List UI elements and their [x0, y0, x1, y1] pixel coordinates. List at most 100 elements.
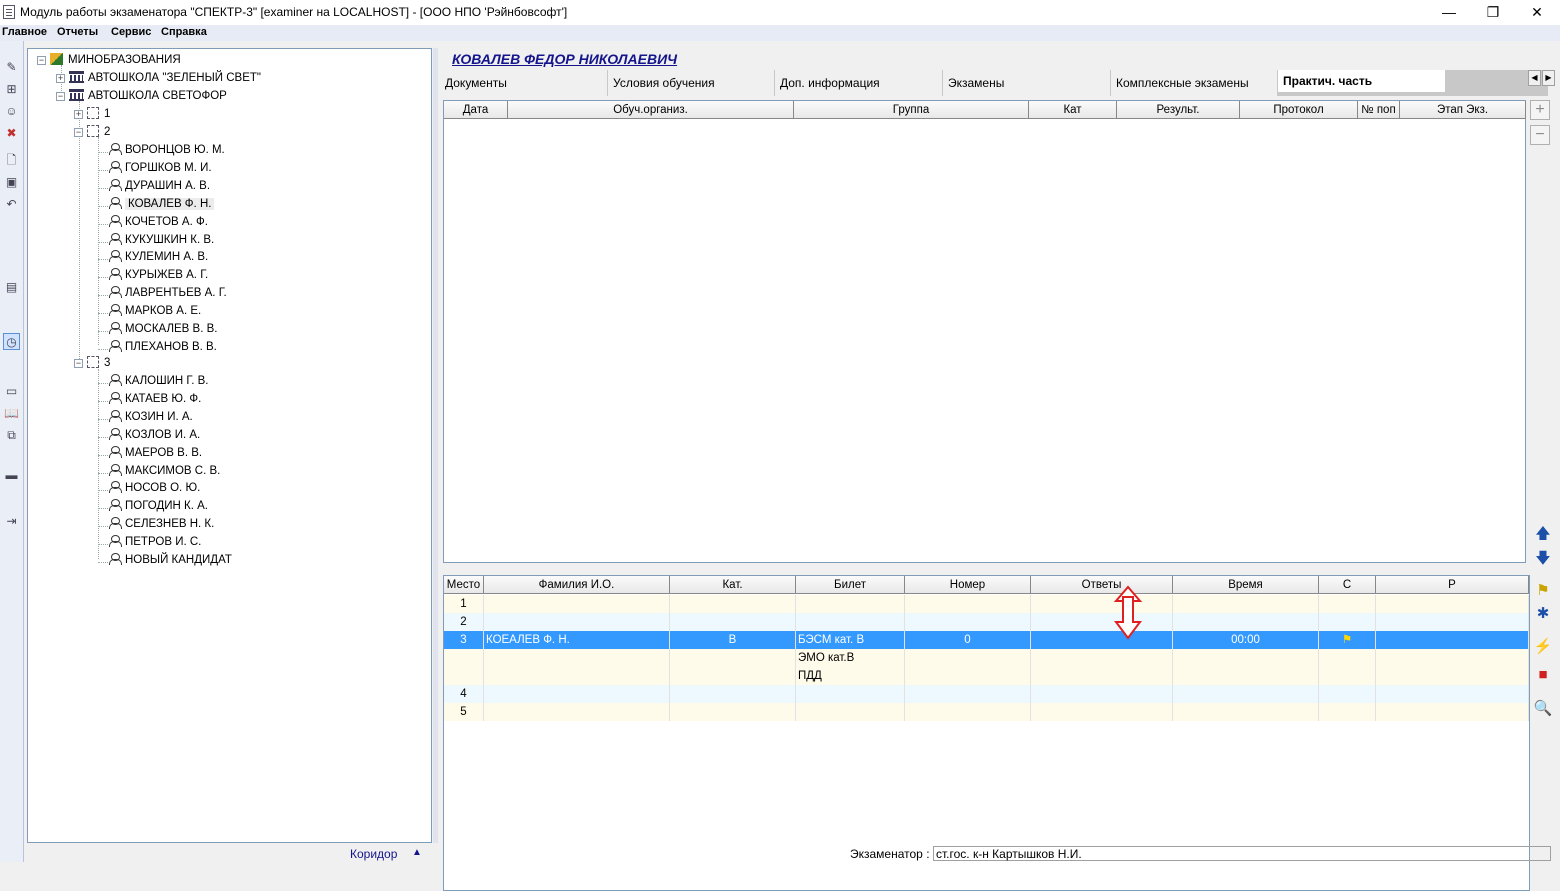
tree-node-person[interactable]: МАКСИМОВ С. В. — [109, 463, 220, 477]
col-organization[interactable]: Обуч.организ. — [508, 101, 794, 119]
tree-node-school1[interactable]: АВТОШКОЛА "ЗЕЛЕНЫЙ СВЕТ" — [69, 71, 261, 84]
tree-node-person[interactable]: КУРЫЖЕВ А. Г. — [109, 268, 208, 281]
col-cat[interactable]: Кат. — [670, 576, 796, 594]
copy-icon[interactable]: ⧉ — [3, 427, 20, 444]
col-time[interactable]: Время — [1173, 576, 1319, 594]
car-icon[interactable]: ▬ — [3, 467, 20, 484]
edit-icon[interactable]: ✎ — [3, 59, 20, 76]
save-icon[interactable]: ▣ — [3, 174, 20, 191]
exam-places-grid[interactable]: Место Фамилия И.О. Кат. Билет Номер Отве… — [443, 575, 1530, 891]
tree-node-person[interactable]: ПОГОДИН К. А. — [109, 499, 208, 512]
puzzle-icon[interactable]: ✱ — [1532, 603, 1554, 625]
tree-node-person[interactable]: КОЗЛОВ И. А. — [109, 427, 200, 441]
tab-scroll-left[interactable]: ◀ — [1528, 70, 1541, 86]
restore-button[interactable]: ❐ — [1470, 0, 1516, 25]
close-button[interactable]: ✕ — [1514, 0, 1560, 25]
tree-node-person[interactable]: МАЕРОВ В. В. — [109, 445, 202, 459]
tree-node-school2[interactable]: АВТОШКОЛА СВЕТОФОР — [69, 89, 227, 102]
stop-icon[interactable]: ■ — [1532, 664, 1554, 686]
col-group[interactable]: Группа — [794, 101, 1029, 119]
tree-node-person[interactable]: СЕЛЕЗНЕВ Н. К. — [109, 517, 214, 530]
col-c[interactable]: С — [1319, 576, 1376, 594]
tree-expand-toggle[interactable]: − — [56, 92, 65, 101]
book-icon[interactable]: 📖 — [3, 405, 20, 422]
tree-node-person[interactable]: КУКУШКИН К. В. — [109, 232, 214, 246]
tab-extra-info[interactable]: Доп. информация — [775, 70, 943, 96]
tree-node-person[interactable]: ВОРОНЦОВ Ю. М. — [109, 143, 225, 156]
tree-node-person[interactable]: МОСКАЛЕВ В. В. — [109, 322, 217, 335]
delete-icon[interactable]: ✖ — [3, 125, 20, 142]
corridor-label[interactable]: Коридор — [350, 847, 397, 861]
table-row[interactable]: 3 КОЕАЛЕВ Ф. Н. B БЭСМ кат. В 0 00:00 ⚑ — [444, 631, 1529, 649]
tab-training-conditions[interactable]: Условия обучения — [608, 70, 775, 96]
student-name[interactable]: КОВАЛЕВ ФЕДОР НИКОЛАЕВИЧ — [452, 51, 677, 67]
exit-icon[interactable]: ⇥ — [3, 513, 20, 530]
table-row[interactable]: 1 — [444, 595, 1529, 613]
tree-expand-toggle[interactable]: − — [37, 56, 46, 65]
menu-service[interactable]: Сервис — [111, 26, 151, 38]
tree-node-person[interactable]: ДУРАШИН А. В. — [109, 178, 210, 192]
menu-main[interactable]: Главное — [2, 26, 47, 38]
tree-node-person[interactable]: ЛАВРЕНТЬЕВ А. Г. — [109, 286, 227, 299]
zoom-icon[interactable]: 🔍 — [1532, 698, 1554, 720]
tree-node-person[interactable]: ПЛЕХАНОВ В. В. — [109, 339, 217, 353]
table-row[interactable]: 2 — [444, 613, 1529, 631]
undo-icon[interactable]: ↶ — [3, 196, 20, 213]
tree-node-person[interactable]: КУЛЕМИН А. В. — [109, 250, 208, 263]
tree-expand-toggle[interactable]: − — [74, 359, 83, 368]
document-icon[interactable]: 🗋 — [3, 152, 20, 169]
col-attempt-number[interactable]: № поп — [1358, 101, 1400, 119]
menu-reports[interactable]: Отчеты — [57, 26, 98, 38]
col-full-name[interactable]: Фамилия И.О. — [484, 576, 670, 594]
tree-node-person[interactable]: МАРКОВ А. Е. — [109, 304, 201, 317]
tree-node-person[interactable]: КАЛОШИН Г. В. — [109, 374, 209, 387]
table-row[interactable]: 4 — [444, 685, 1529, 703]
tab-exams[interactable]: Экзамены — [943, 70, 1111, 96]
tab-practical-part[interactable]: Практич. часть — [1278, 70, 1446, 92]
tree-node-person[interactable]: КОЧЕТОВ А. Ф. — [109, 214, 208, 228]
tree-expand-toggle[interactable]: + — [56, 74, 65, 83]
col-answers[interactable]: Ответы — [1031, 576, 1173, 594]
table-row[interactable]: ЭМО кат.В — [444, 649, 1529, 667]
tree-node-person[interactable]: ПЕТРОВ И. С. — [109, 535, 201, 548]
tree-icon[interactable]: ⊞ — [3, 81, 20, 98]
tree-expand-toggle[interactable]: + — [74, 110, 83, 119]
tree-node-person[interactable]: НОСОВ О. Ю. — [109, 481, 200, 494]
table-row[interactable]: ПДД — [444, 667, 1529, 685]
lightning-icon[interactable]: ⚡ — [1532, 636, 1554, 658]
tree-node-person[interactable]: ГОРШКОВ М. И. — [109, 160, 212, 174]
tree-node-person[interactable]: КОЗИН И. А. — [109, 409, 193, 423]
col-date[interactable]: Дата — [444, 101, 508, 119]
minimize-button[interactable]: — — [1426, 0, 1472, 25]
tab-documents[interactable]: Документы — [440, 70, 608, 96]
flag-icon[interactable]: ⚑ — [1532, 580, 1554, 602]
menu-help[interactable]: Справка — [161, 26, 207, 38]
col-category[interactable]: Кат — [1029, 101, 1117, 119]
move-down-icon[interactable]: 🡇 — [1532, 548, 1554, 570]
tree-node-person[interactable]: КАТАЕВ Ю. Ф. — [109, 391, 201, 405]
move-up-icon[interactable]: 🡅 — [1532, 523, 1554, 545]
col-exam-stage[interactable]: Этап Экз. — [1400, 101, 1526, 119]
col-place[interactable]: Место — [444, 576, 484, 594]
monitor-icon[interactable]: ▭ — [3, 383, 20, 400]
tree-node-group1[interactable]: 1 — [87, 107, 110, 120]
col-result[interactable]: Результ. — [1117, 101, 1240, 119]
tab-complex-exams[interactable]: Комплексные экзамены — [1111, 70, 1278, 96]
tree-node-root[interactable]: МИНОБРАЗОВАНИЯ — [50, 53, 181, 66]
add-button[interactable]: + — [1530, 100, 1550, 120]
col-number[interactable]: Номер — [905, 576, 1031, 594]
tree-node-group2[interactable]: 2 — [87, 125, 110, 138]
tree-node-person[interactable]: НОВЫЙ КАНДИДАТ — [109, 553, 232, 566]
table-row[interactable]: 5 — [444, 703, 1529, 721]
window-icon[interactable]: ▤ — [3, 279, 20, 296]
col-protocol[interactable]: Протокол — [1240, 101, 1358, 119]
remove-button[interactable]: − — [1530, 125, 1550, 145]
timer-icon[interactable]: ◷ — [3, 333, 20, 350]
exam-history-grid[interactable]: Дата Обуч.организ. Группа Кат Результ. П… — [443, 100, 1526, 563]
col-ticket[interactable]: Билет — [796, 576, 905, 594]
col-p[interactable]: Р — [1376, 576, 1529, 594]
person-icon[interactable]: ☺ — [3, 103, 20, 120]
collapse-arrow-icon[interactable]: ▲ — [412, 847, 422, 858]
tree-node-group3[interactable]: 3 — [87, 356, 110, 369]
tab-scroll-right[interactable]: ▶ — [1542, 70, 1555, 86]
